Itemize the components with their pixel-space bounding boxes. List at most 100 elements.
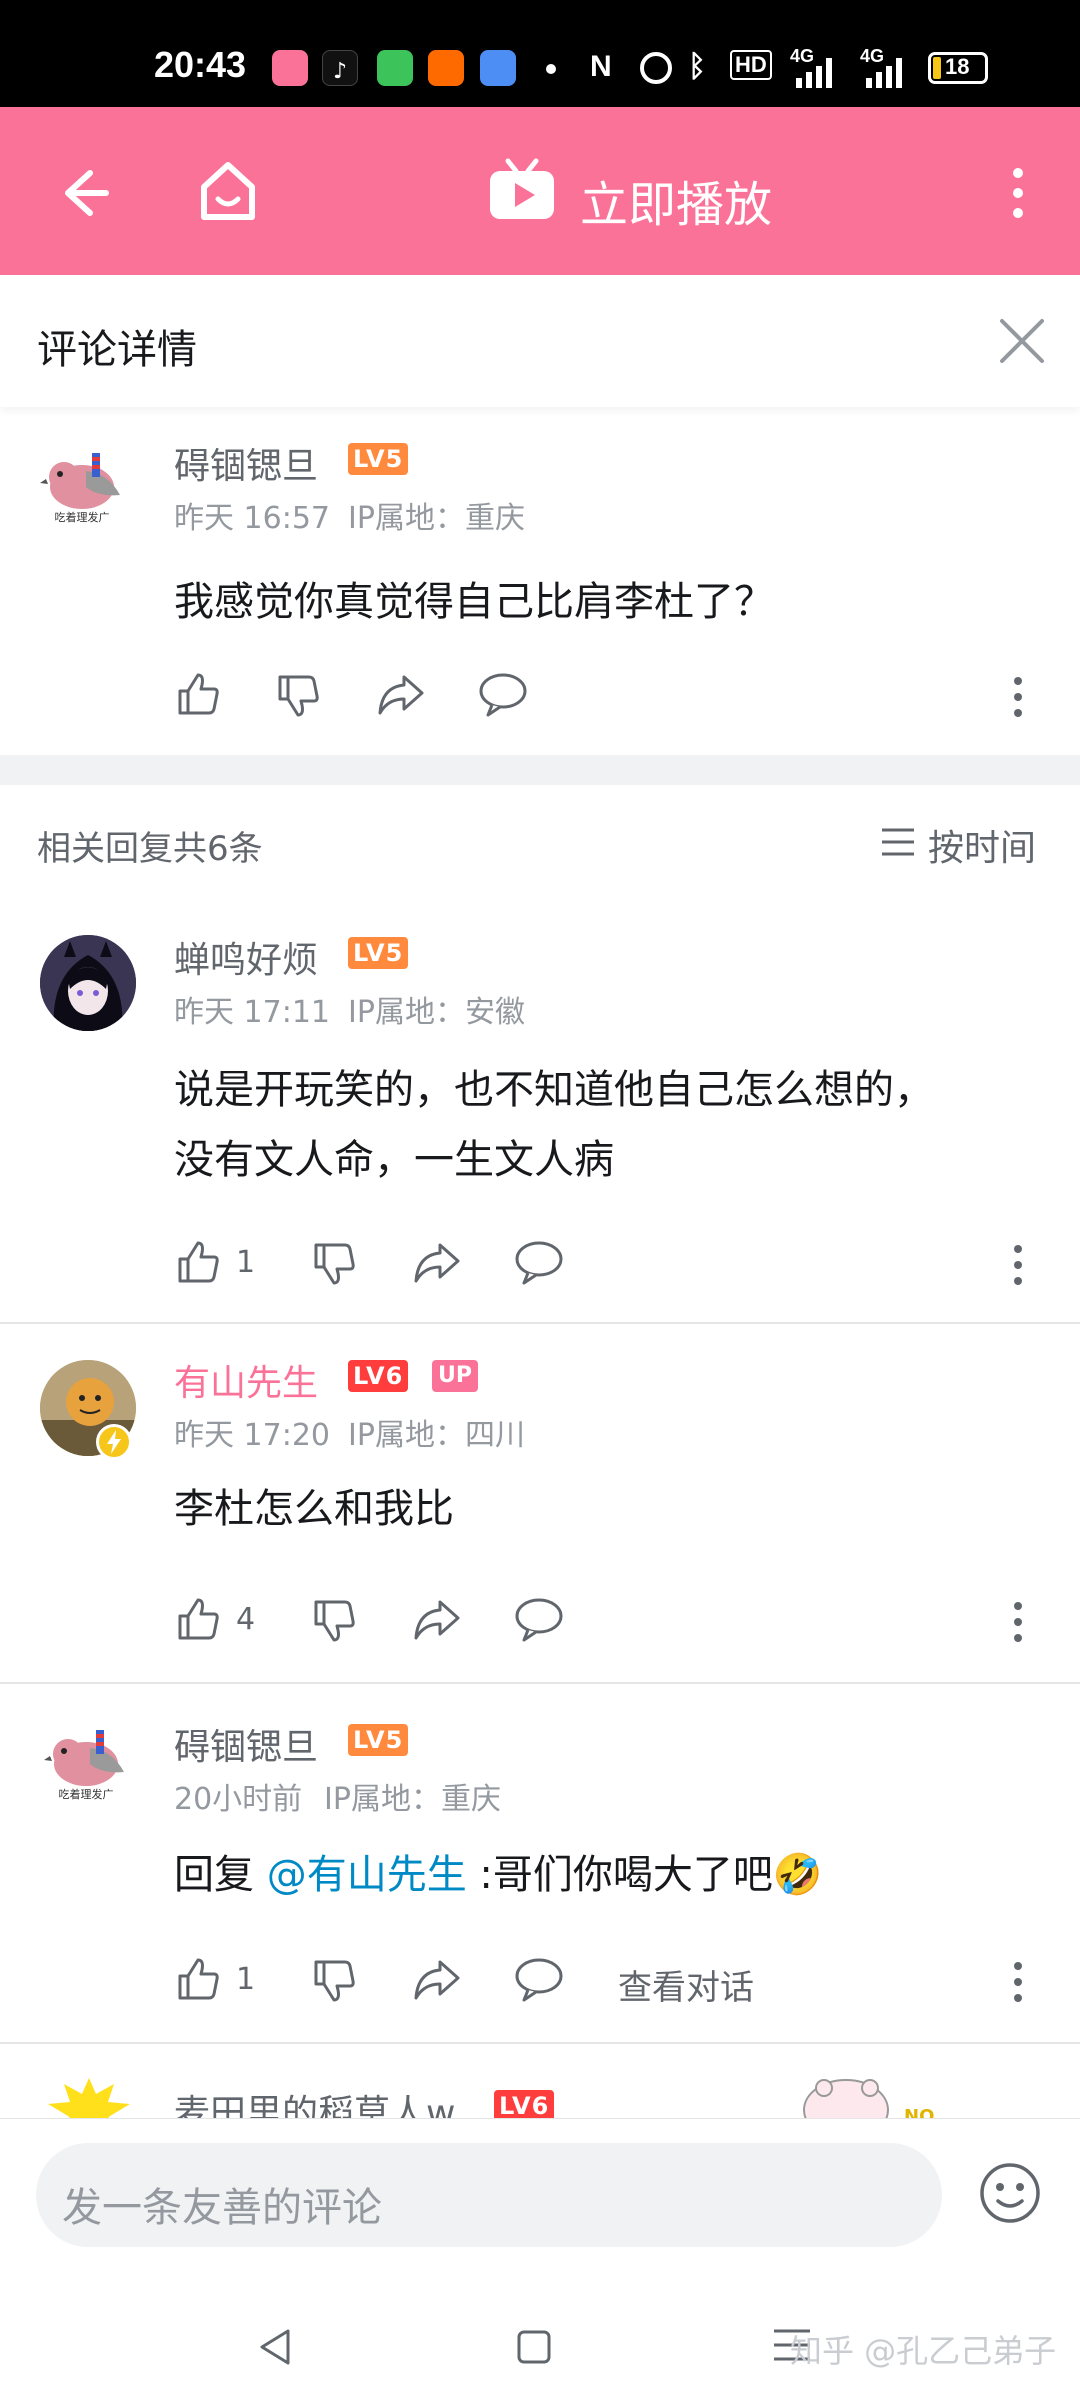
comment-more-icon[interactable] xyxy=(1010,675,1026,723)
reply-item: 有山先生 LV6 UP 昨天 17:20 IP属地：四川 李杜怎么和我比 4 xyxy=(0,1324,1080,1682)
reply-ip: IP属地：四川 xyxy=(348,1418,525,1453)
like-icon[interactable] xyxy=(174,1954,222,2006)
share-icon[interactable] xyxy=(412,1956,462,2006)
decoration-icon: NO xyxy=(800,2074,940,2118)
reply-icon[interactable] xyxy=(514,1596,564,1646)
play-now-label[interactable]: 立即播放 xyxy=(580,165,772,235)
like-icon[interactable] xyxy=(174,1594,222,1646)
like-count: 1 xyxy=(236,1962,256,1997)
home-icon[interactable] xyxy=(194,157,262,229)
reply-prefix: 回复 xyxy=(174,1852,267,1898)
avatar-caption: 吃着理发广 xyxy=(54,511,110,524)
comment-time: 昨天 16:57 xyxy=(174,501,330,536)
reply-time: 昨天 17:20 xyxy=(174,1418,330,1453)
like-icon[interactable] xyxy=(174,669,222,721)
watermark: 知乎 @孔乙己弟子 xyxy=(790,2332,1057,2370)
tiktok-app-icon: ♪ xyxy=(322,50,358,86)
dislike-icon[interactable] xyxy=(310,1958,358,2010)
reply-icon[interactable] xyxy=(514,1956,564,2006)
signal-icon xyxy=(866,58,906,92)
nfc-icon: N xyxy=(590,50,612,83)
reply-item: 吃着理发广 碍锢锶旦 LV5 20小时前 IP属地：重庆 回复 @有山先生 :哥… xyxy=(0,1684,1080,2042)
level-badge: LV6 xyxy=(494,2090,555,2118)
verified-bolt-icon xyxy=(96,1424,132,1460)
reply-username[interactable]: 有山先生 xyxy=(174,1354,318,1406)
reply-username[interactable]: 麦田里的稻草人w xyxy=(174,2084,455,2118)
wechat-app-icon xyxy=(377,50,413,86)
dislike-icon[interactable] xyxy=(274,673,322,725)
detail-title: 评论详情 xyxy=(37,327,197,373)
mention-link[interactable]: @有山先生 xyxy=(267,1852,467,1898)
level-badge: LV5 xyxy=(348,443,409,475)
level-badge: LV6 xyxy=(348,1360,409,1392)
dislike-icon[interactable] xyxy=(310,1598,358,1650)
reply-content-line2: 没有文人命，一生文人病 xyxy=(174,1137,614,1183)
reply-more-icon[interactable] xyxy=(1010,1243,1026,1291)
reply-ip: IP属地：安徽 xyxy=(348,995,525,1030)
replies-header: 相关回复共6条 按时间 xyxy=(0,785,1080,905)
signal-icon xyxy=(796,58,836,92)
comment-input[interactable]: 发一条友善的评论 xyxy=(36,2143,942,2247)
reply-item: 蝉鸣好烦 LV5 昨天 17:11 IP属地：安徽 说是开玩笑的，也不知道他自己… xyxy=(0,905,1080,1320)
status-bar: 20:43 ♪ N ᛒ HD 4G 4G 18 xyxy=(0,0,1080,107)
reply-content-line1: 说是开玩笑的，也不知道他自己怎么想的， xyxy=(174,1067,934,1113)
comment-detail-header: 评论详情 xyxy=(0,275,1080,407)
like-count: 4 xyxy=(236,1602,256,1637)
reply-username[interactable]: 碍锢锶旦 xyxy=(174,1718,318,1770)
nav-home-icon[interactable] xyxy=(516,2329,552,2369)
reply-content: 李杜怎么和我比 xyxy=(174,1486,454,1532)
section-divider xyxy=(0,755,1080,785)
bluetooth-icon: ᛒ xyxy=(688,50,706,83)
share-icon[interactable] xyxy=(412,1239,462,1289)
avatar[interactable] xyxy=(44,2078,134,2118)
reply-time: 昨天 17:11 xyxy=(174,995,330,1030)
back-arrow-icon[interactable] xyxy=(50,161,114,229)
avatar[interactable] xyxy=(40,935,136,1031)
sort-by-time[interactable]: 按时间 xyxy=(928,819,1036,871)
comment-input-placeholder: 发一条友善的评论 xyxy=(62,2185,382,2231)
sort-icon[interactable] xyxy=(880,827,916,861)
svg-text:♪: ♪ xyxy=(333,59,347,84)
reply-content: 回复 @有山先生 :哥们你喝大了吧🤣 xyxy=(174,1840,823,1910)
more-menu-icon[interactable] xyxy=(1006,165,1030,225)
status-time: 20:43 xyxy=(154,44,247,85)
hd-icon: HD xyxy=(730,50,772,80)
dislike-icon[interactable] xyxy=(310,1241,358,1293)
close-icon[interactable] xyxy=(998,317,1046,369)
level-badge: LV5 xyxy=(348,937,409,969)
taobao-app-icon xyxy=(428,50,464,86)
reply-more-icon[interactable] xyxy=(1010,1960,1026,2008)
alarm-icon xyxy=(640,52,672,84)
video-top-bar: 立即播放 xyxy=(0,107,1080,275)
battery-icon: 18 xyxy=(928,52,988,84)
comment-content: 我感觉你真觉得自己比肩李杜了？ xyxy=(174,579,774,625)
tv-play-icon[interactable] xyxy=(486,157,558,229)
battery-level: 18 xyxy=(945,54,970,79)
main-comment: 吃着理发广 碍锢锶旦 LV5 昨天 16:57 IP属地：重庆 我感觉你真觉得自… xyxy=(0,407,1080,755)
reply-time: 20小时前 xyxy=(174,1782,303,1817)
reply-username[interactable]: 蝉鸣好烦 xyxy=(174,931,318,983)
like-count: 1 xyxy=(236,1245,256,1280)
level-badge: LV5 xyxy=(348,1724,409,1756)
emoji-icon[interactable] xyxy=(978,2161,1042,2229)
reply-text: :哥们你喝大了吧🤣 xyxy=(466,1852,823,1898)
reply-ip: IP属地：重庆 xyxy=(324,1782,501,1817)
reply-count-label: 相关回复共6条 xyxy=(37,829,263,869)
comment-username[interactable]: 碍锢锶旦 xyxy=(174,437,318,489)
reply-icon[interactable] xyxy=(514,1239,564,1289)
notification-dot-icon xyxy=(546,64,556,74)
share-icon[interactable] xyxy=(412,1596,462,1646)
reply-item: 麦田里的稻草人w LV6 NO xyxy=(0,2044,1080,2118)
comment-ip: IP属地：重庆 xyxy=(348,501,525,536)
avatar-caption: 吃着理发广 xyxy=(58,1788,114,1801)
like-icon[interactable] xyxy=(174,1237,222,1289)
nav-back-icon[interactable] xyxy=(256,2327,296,2371)
reply-icon[interactable] xyxy=(478,671,528,721)
bilibili-app-icon xyxy=(272,50,308,86)
view-conversation-link[interactable]: 查看对话 xyxy=(618,1960,754,2009)
weather-app-icon xyxy=(480,50,516,86)
share-icon[interactable] xyxy=(376,671,426,721)
up-badge: UP xyxy=(432,1360,478,1392)
svg-text:NO: NO xyxy=(904,2106,934,2118)
reply-more-icon[interactable] xyxy=(1010,1600,1026,1648)
